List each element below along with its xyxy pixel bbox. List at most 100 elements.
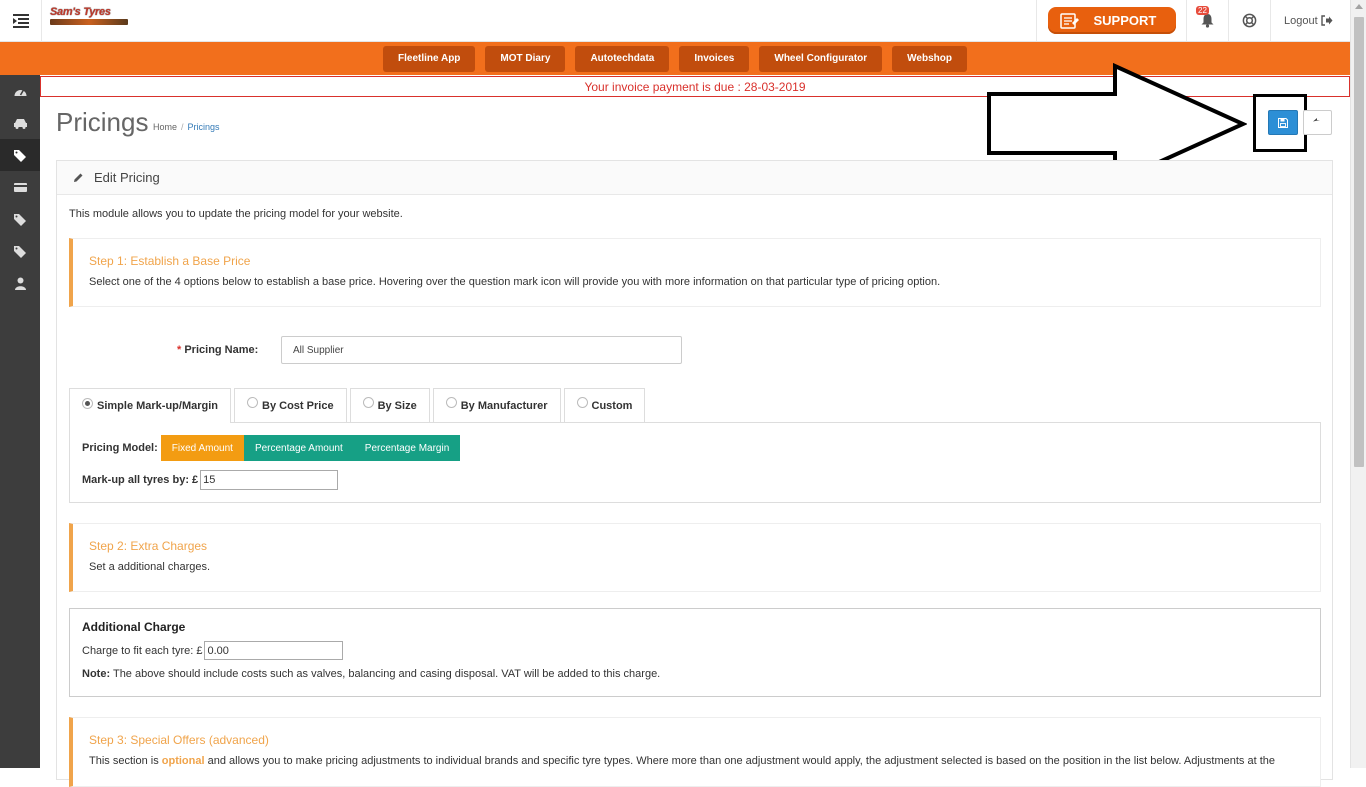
sidebar <box>0 75 40 768</box>
help-button[interactable] <box>1228 0 1270 41</box>
fixed-amount-option[interactable]: Fixed Amount <box>160 435 244 461</box>
car-icon <box>13 118 27 129</box>
markup-row: Mark-up all tyres by: £ 15 <box>82 470 339 490</box>
save-button[interactable] <box>1268 110 1298 135</box>
scroll-up-arrow[interactable] <box>1355 4 1363 9</box>
sign-out-icon <box>1320 15 1333 26</box>
tab-label: By Manufacturer <box>460 399 548 412</box>
brand-logo[interactable]: Sam's Tyres <box>50 7 128 27</box>
additional-charge-box: Additional Charge Charge to fit each tyr… <box>69 608 1321 697</box>
step2-title: Step 2: Extra Charges <box>89 539 208 553</box>
nav-wheel-configurator[interactable]: Wheel Configurator <box>759 45 883 72</box>
breadcrumb: Home / Pricings <box>153 122 220 132</box>
tab-by-cost-price[interactable]: By Cost Price <box>234 388 347 422</box>
panel-heading: Edit Pricing <box>94 170 160 185</box>
markup-label: Mark-up all tyres by: £ <box>82 474 199 486</box>
credit-card-icon <box>13 182 27 192</box>
step2-callout: Step 2: Extra Charges Set a additional c… <box>69 523 1321 592</box>
support-button[interactable]: SUPPORT <box>1047 7 1176 34</box>
pricing-name-input[interactable]: All Supplier <box>281 336 682 364</box>
tab-custom[interactable]: Custom <box>563 388 646 422</box>
nav-invoices[interactable]: Invoices <box>679 45 750 72</box>
pricing-name-label-text: Pricing Name: <box>184 344 259 356</box>
scroll-thumb[interactable] <box>1354 17 1364 467</box>
sidebar-item-dashboard[interactable] <box>0 75 40 107</box>
markup-input[interactable]: 15 <box>200 470 339 490</box>
sidebar-item-offers[interactable] <box>0 203 40 235</box>
sidebar-item-discounts[interactable] <box>0 235 40 267</box>
fit-charge-input[interactable]: 0.00 <box>204 641 344 660</box>
floppy-disk-icon <box>1278 117 1288 128</box>
pricing-model-row: Pricing Model: Fixed Amount Percentage A… <box>82 435 461 461</box>
edit-pricing-panel: Edit Pricing This module allows you to u… <box>56 160 1333 787</box>
step1-desc: Select one of the 4 options below to est… <box>89 276 941 288</box>
lifebuoy-icon <box>1242 13 1257 28</box>
dashboard-icon <box>14 89 26 96</box>
fit-charge-row: Charge to fit each tyre: £ 0.00 <box>82 641 1308 660</box>
logo-graphic <box>50 19 128 25</box>
radio-unselected[interactable] <box>247 397 259 408</box>
step3-desc: This section is optional and allows you … <box>89 755 1304 767</box>
pricing-name-label: * Pricing Name: <box>177 344 281 356</box>
page-title: Pricings <box>56 107 149 137</box>
tab-by-size[interactable]: By Size <box>349 388 430 422</box>
tab-by-manufacturer[interactable]: By Manufacturer <box>432 388 561 422</box>
radio-unselected[interactable] <box>576 397 588 408</box>
percentage-margin-option[interactable]: Percentage Margin <box>353 435 461 461</box>
breadcrumb-separator: / <box>181 122 184 132</box>
logout-label: Logout <box>1284 14 1318 27</box>
tab-label: By Size <box>377 399 417 412</box>
tags-icon <box>13 149 26 162</box>
step1-title: Step 1: Establish a Base Price <box>89 254 251 268</box>
step3-title: Step 3: Special Offers (advanced) <box>89 733 269 747</box>
menu-icon <box>12 14 29 28</box>
charge-note: Note: The above should include costs suc… <box>82 668 1308 680</box>
notification-badge: 22 <box>1196 6 1209 15</box>
tags-icon <box>13 245 26 258</box>
page-scrollbar[interactable] <box>1350 0 1366 768</box>
nav-webshop[interactable]: Webshop <box>892 45 967 72</box>
step2-desc: Set a additional charges. <box>89 561 211 573</box>
sidebar-item-users[interactable] <box>0 267 40 299</box>
support-cell: SUPPORT <box>1036 0 1186 41</box>
step3-desc-pre: This section is <box>89 755 159 767</box>
support-label: SUPPORT <box>1093 13 1157 28</box>
pencil-icon <box>74 173 83 182</box>
top-bar: Sam's Tyres SUPPORT 22 Logout <box>0 0 1350 42</box>
nav-mot-diary[interactable]: MOT Diary <box>485 45 566 72</box>
radio-selected[interactable] <box>82 397 93 409</box>
step3-desc-post: and allows you to make pricing adjustmen… <box>207 755 1276 767</box>
support-ticket-icon <box>1059 12 1079 29</box>
nav-autotechdata[interactable]: Autotechdata <box>575 45 670 72</box>
radio-unselected[interactable] <box>445 397 457 408</box>
tags-icon <box>13 213 26 226</box>
sidebar-item-vehicles[interactable] <box>0 107 40 139</box>
menu-toggle-button[interactable] <box>0 0 42 42</box>
sidebar-item-payments[interactable] <box>0 171 40 203</box>
note-label: Note: <box>82 668 111 680</box>
tab-label: By Cost Price <box>262 399 334 412</box>
step1-callout: Step 1: Establish a Base Price Select on… <box>69 238 1321 307</box>
step3-callout: Step 3: Special Offers (advanced) This s… <box>69 717 1321 787</box>
module-intro: This module allows you to update the pri… <box>69 208 403 220</box>
back-button[interactable] <box>1303 110 1332 135</box>
bell-icon <box>1201 14 1214 28</box>
notifications-button[interactable]: 22 <box>1186 0 1228 41</box>
breadcrumb-current[interactable]: Pricings <box>188 122 220 132</box>
pricing-name-row: * Pricing Name: All Supplier <box>177 336 682 364</box>
tab-simple-markup[interactable]: Simple Mark-up/Margin <box>69 388 232 423</box>
required-mark: * <box>177 344 182 356</box>
nav-fleetline-app[interactable]: Fleetline App <box>383 45 476 72</box>
logo-text: Sam's Tyres <box>50 6 111 18</box>
note-text: The above should include costs such as v… <box>112 668 661 680</box>
optional-label: optional <box>161 755 205 767</box>
logout-link[interactable]: Logout <box>1270 0 1350 41</box>
percentage-amount-option[interactable]: Percentage Amount <box>243 435 354 461</box>
sidebar-item-pricing[interactable] <box>0 139 40 171</box>
radio-unselected[interactable] <box>362 397 374 408</box>
pricing-model-label: Pricing Model: <box>82 442 158 454</box>
panel-header: Edit Pricing <box>57 161 1332 195</box>
tab-label: Custom <box>591 399 633 412</box>
additional-charge-title: Additional Charge <box>82 620 186 634</box>
breadcrumb-home[interactable]: Home <box>153 122 177 132</box>
